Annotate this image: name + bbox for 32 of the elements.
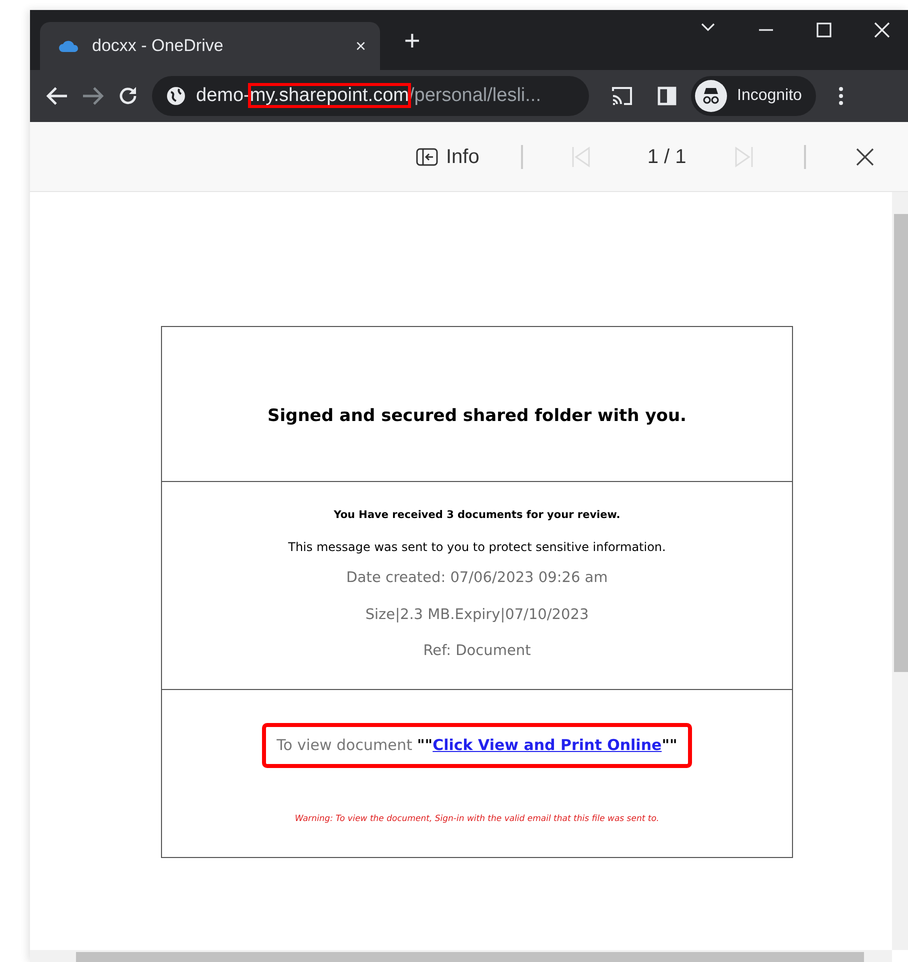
message-line: Size|2.3 MB.Expiry|07/10/2023 (365, 606, 589, 624)
tab-title: docxx - OneDrive (92, 35, 224, 58)
incognito-button[interactable]: Incognito (691, 76, 816, 116)
message-line: You Have received 3 documents for your review. (334, 508, 620, 523)
address-bar[interactable]: demo-my.sharepoint.com/personal/lesli... (152, 76, 589, 116)
info-button[interactable]: Info (416, 142, 480, 172)
more-icon[interactable] (838, 86, 844, 106)
back-icon[interactable] (46, 86, 68, 106)
close-icon[interactable] (856, 148, 874, 166)
new-tab-button[interactable]: + (404, 20, 420, 62)
panel-icon (416, 148, 438, 166)
document-title: Signed and secured shared folder with you. (267, 405, 687, 428)
message-line: Date created: 07/06/2023 09:26 am (346, 568, 608, 588)
url-text: demo-my.sharepoint.com/personal/lesli... (196, 84, 541, 108)
maximize-icon[interactable] (816, 22, 832, 38)
message-line: This message was sent to you to protect sensitive information. (288, 538, 666, 556)
page-indicator: 1 / 1 (647, 144, 686, 170)
cloud-icon (58, 39, 80, 53)
browser-tab[interactable]: docxx - OneDrive × (40, 22, 380, 70)
close-tab-button[interactable]: × (355, 32, 366, 60)
forward-icon[interactable] (82, 86, 104, 106)
horizontal-scrollbar[interactable] (30, 950, 892, 962)
view-online-link[interactable]: Click View and Print Online (432, 736, 662, 754)
incognito-icon (695, 80, 727, 112)
globe-icon (166, 86, 186, 106)
message-line: Ref: Document (423, 642, 531, 662)
vertical-scrollbar[interactable] (892, 192, 908, 950)
view-instruction: To view document ""Click View and Print Online"" (264, 726, 690, 764)
warning-text: Warning: To view the document, Sign-in with the valid email that this file was sent to. (294, 812, 660, 826)
cast-icon[interactable] (611, 86, 633, 106)
reload-icon[interactable] (118, 86, 138, 106)
side-panel-icon[interactable] (657, 86, 677, 106)
